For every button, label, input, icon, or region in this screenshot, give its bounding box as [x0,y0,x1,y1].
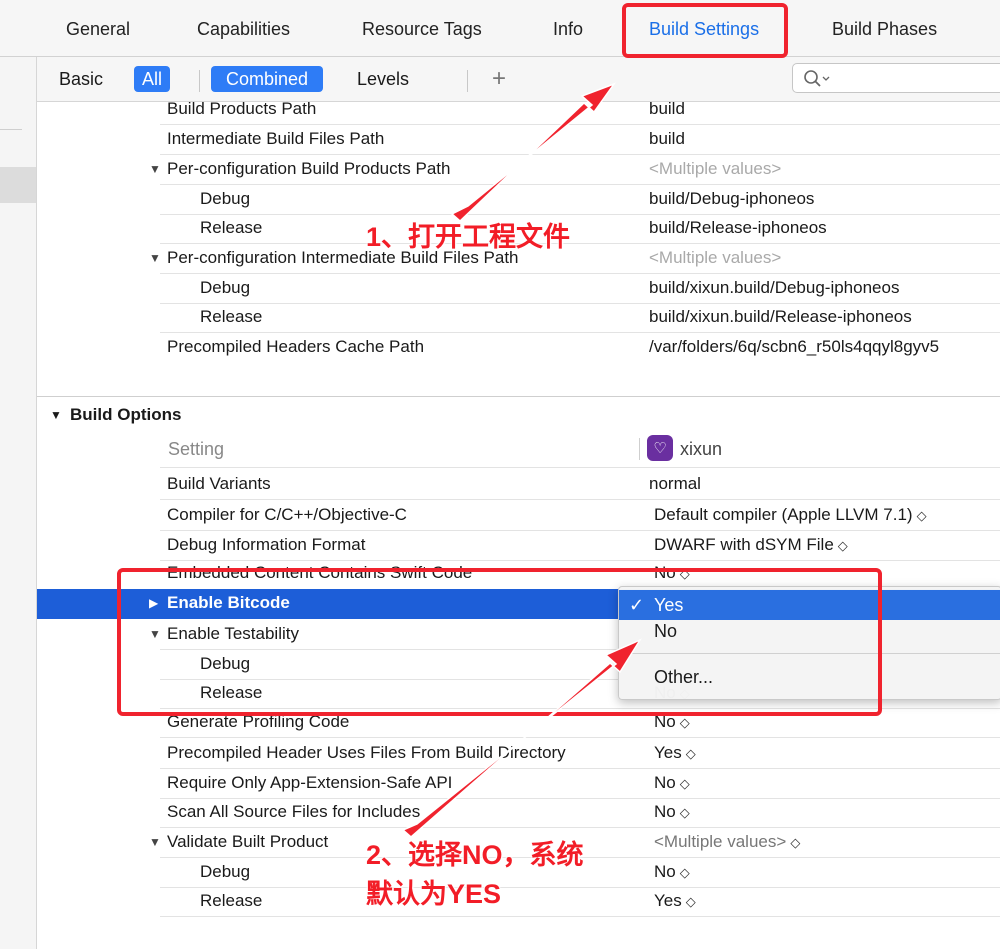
arrow-to-no-option [401,638,642,838]
arrow-to-build-settings [450,82,617,223]
annotation-arrows [401,82,642,838]
annotation-step1: 1、打开工程文件 [366,222,571,252]
annotation-step2-line2: 默认为YES [366,879,502,909]
annotation-step2-line1: 2、选择NO，系统 [366,840,584,870]
